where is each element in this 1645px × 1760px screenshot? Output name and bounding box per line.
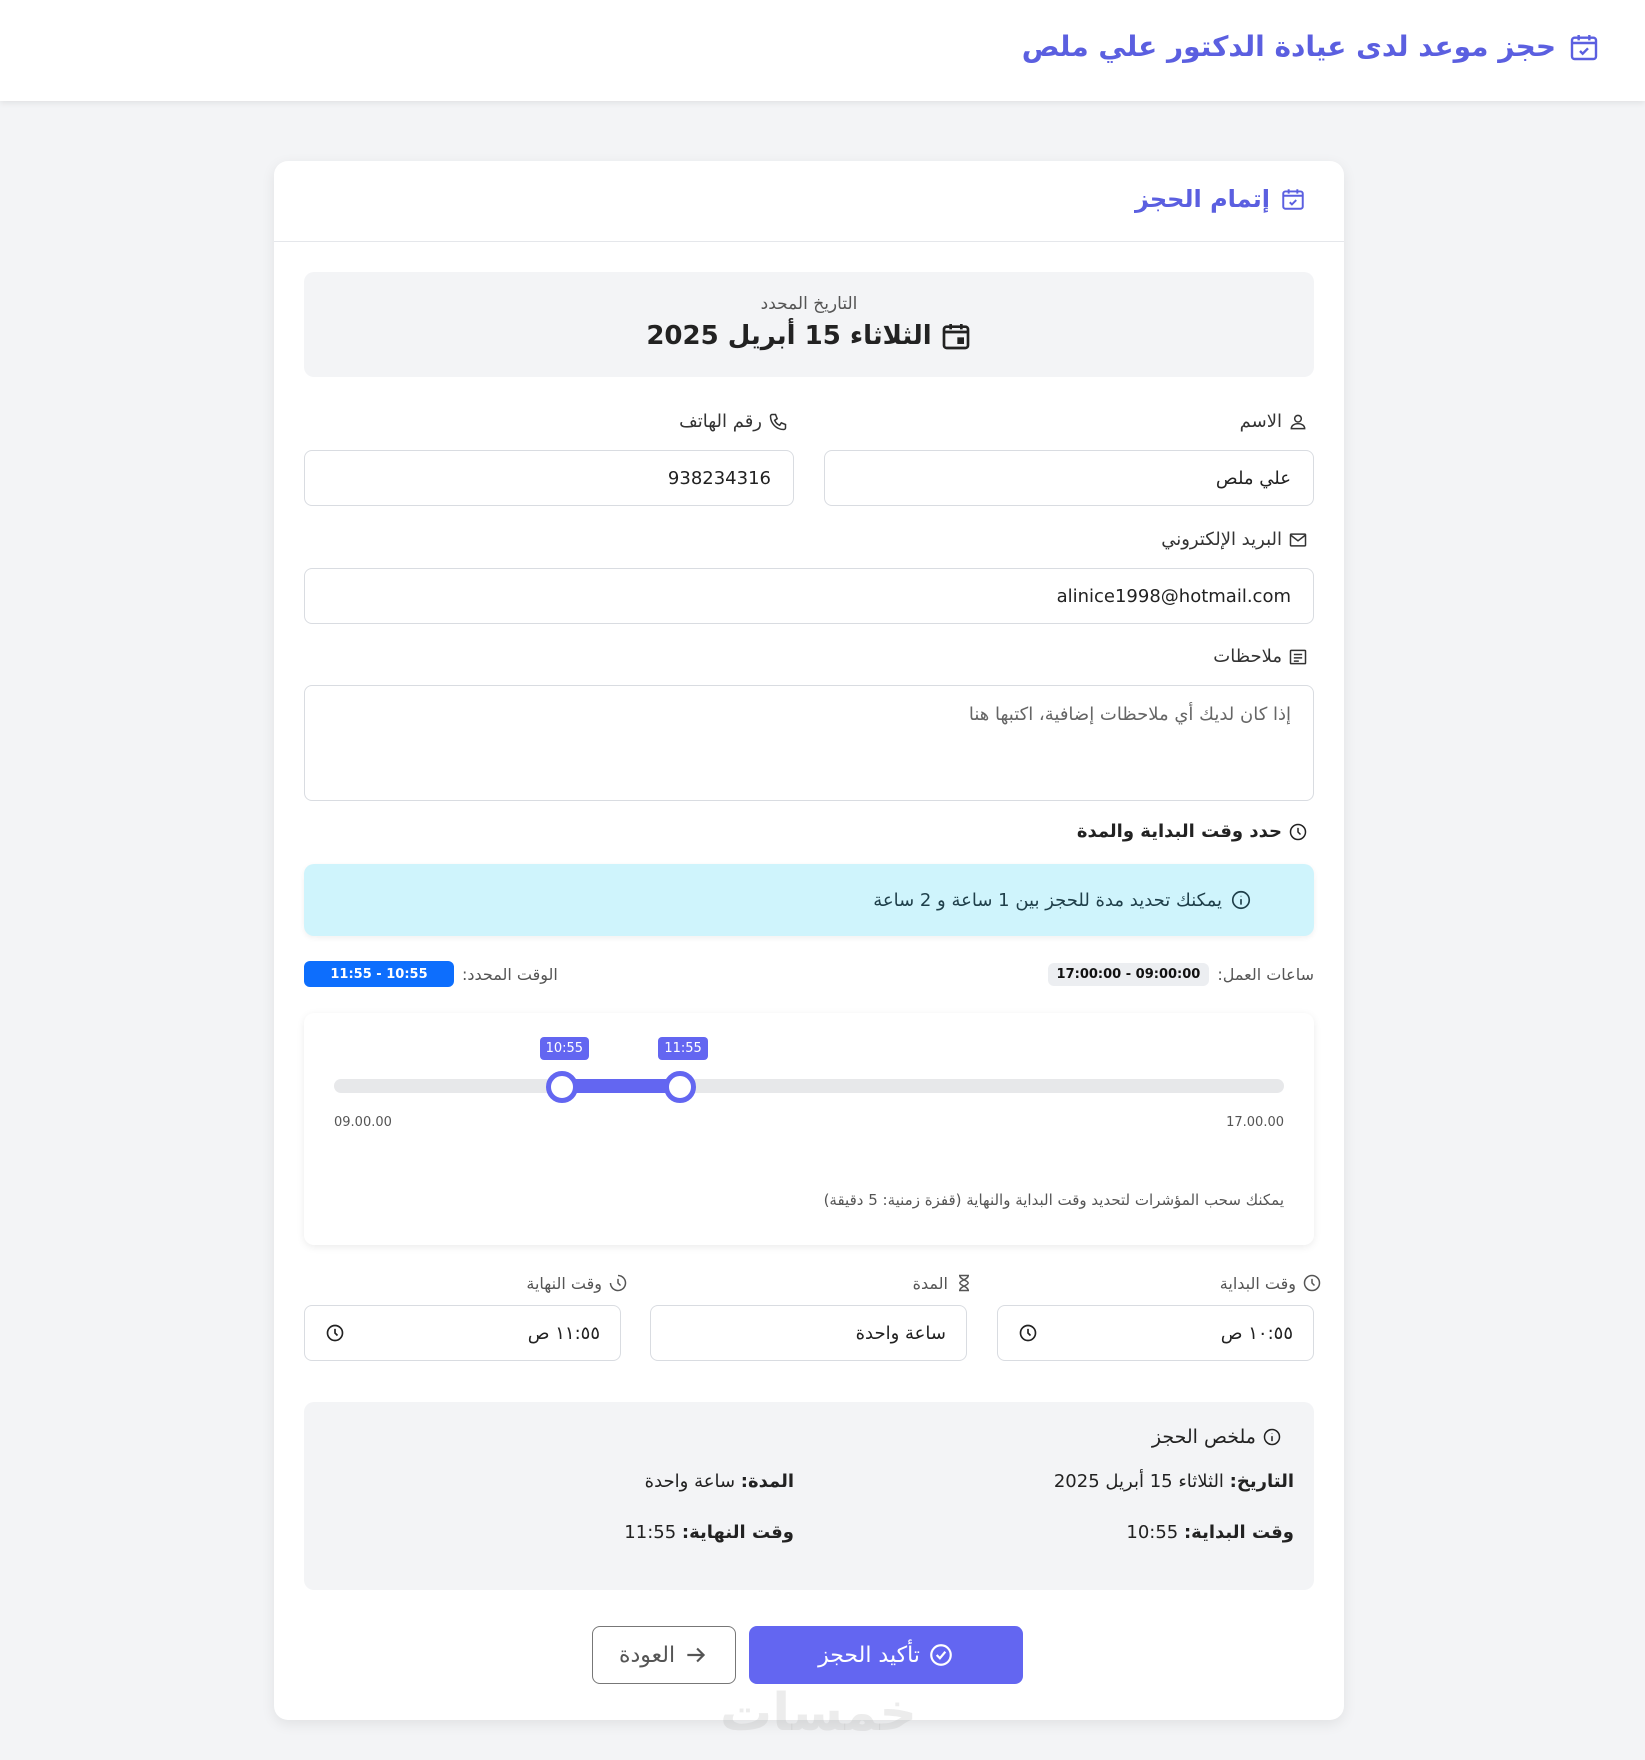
slider-min-label: 09.00.00: [334, 1115, 392, 1130]
check-circle-icon: [930, 1644, 952, 1666]
top-navbar: حجز موعد لدى عيادة الدكتور علي ملص: [0, 0, 1645, 101]
slider-hint: يمكنك سحب المؤشرات لتحديد وقت البداية وا…: [823, 1191, 1284, 1209]
name-field[interactable]: [824, 450, 1314, 506]
email-field[interactable]: [304, 568, 1314, 624]
clock-icon: [1289, 823, 1307, 840]
notes-field[interactable]: [304, 685, 1314, 820]
slider-range-fill: [561, 1079, 681, 1093]
card-header: إتمام الحجز: [274, 161, 1344, 242]
summary-duration: المدة: ساعة واحدة: [644, 1471, 794, 1492]
calendar-icon: [942, 324, 970, 350]
end-handle-tooltip: 11:55: [658, 1037, 708, 1060]
selected-date-box: التاريخ المحدد الثلاثاء 15 أبريل 2025: [304, 272, 1314, 377]
clock-icon[interactable]: [1018, 1323, 1038, 1343]
selected-time-badge: 10:55 - 11:55: [304, 961, 454, 987]
info-alert-content: يمكنك تحديد مدة للحجز بين 1 ساعة و 2 ساع…: [873, 889, 1252, 911]
notes-textarea[interactable]: [325, 686, 1293, 820]
duration-value: ساعة واحدة: [855, 1322, 946, 1344]
summary-start: وقت البداية: 10:55: [1126, 1522, 1294, 1543]
summary-title: ملخص الحجز: [1152, 1426, 1282, 1448]
info-alert: يمكنك تحديد مدة للحجز بين 1 ساعة و 2 ساع…: [304, 864, 1314, 936]
start-handle[interactable]: [545, 1071, 578, 1103]
slider-track[interactable]: [334, 1079, 1284, 1093]
start-handle-tooltip: 10:55: [539, 1037, 590, 1060]
email-label: البريد الإلكتروني: [1161, 529, 1308, 550]
clock-history-icon: [609, 1274, 627, 1292]
selected-date-value: الثلاثاء 15 أبريل 2025: [304, 320, 1314, 352]
end-time-field[interactable]: ١١:٥٥ ص: [304, 1305, 621, 1361]
end-time-label: وقت النهاية: [526, 1273, 628, 1293]
name-input[interactable]: [845, 466, 1293, 490]
envelope-icon: [1289, 532, 1307, 547]
info-icon: [1231, 890, 1251, 910]
notes-label: ملاحظات: [1213, 646, 1308, 667]
time-range-slider: 10:55 11:55 09.00.00 17.00.00 يمكنك سحب …: [304, 1013, 1314, 1245]
time-section-title: حدد وقت البداية والمدة: [1077, 821, 1308, 842]
hourglass-icon: [959, 1274, 969, 1292]
info-icon: [1263, 1428, 1281, 1446]
selected-date-text: الثلاثاء 15 أبريل 2025: [646, 321, 932, 351]
booking-card: إتمام الحجز التاريخ المحدد الثلاثاء 15 أ…: [274, 161, 1344, 1720]
phone-icon: [769, 413, 787, 430]
clock-icon: [1303, 1274, 1321, 1292]
start-time-value: ١٠:٥٥ ص: [1220, 1322, 1293, 1344]
selected-date-label: التاريخ المحدد: [760, 294, 858, 314]
notes-icon: [1289, 649, 1307, 664]
end-time-value: ١١:٥٥ ص: [527, 1322, 600, 1344]
slider-max-label: 17.00.00: [1226, 1115, 1284, 1130]
card-title: إتمام الحجز: [1135, 185, 1306, 213]
arrow-right-icon: [687, 1647, 706, 1663]
confirm-booking-button[interactable]: تأكيد الحجز: [749, 1626, 1023, 1684]
phone-input[interactable]: [325, 466, 773, 490]
clock-icon[interactable]: [325, 1323, 345, 1343]
back-button[interactable]: العودة: [592, 1626, 736, 1684]
working-hours-badge: 09:00:00 - 17:00:00: [1047, 963, 1210, 986]
email-input[interactable]: [325, 584, 1293, 608]
summary-date: التاريخ: الثلاثاء 15 أبريل 2025: [1053, 1471, 1294, 1492]
calendar-check-icon: [1282, 189, 1304, 210]
working-hours: ساعات العمل: 09:00:00 - 17:00:00: [1047, 963, 1314, 986]
summary-end: وقت النهاية: 11:55: [624, 1522, 794, 1543]
start-time-label: وقت البداية: [1220, 1273, 1322, 1293]
user-icon: [1290, 414, 1306, 429]
phone-label: رقم الهاتف: [679, 411, 788, 432]
selected-time: 10:55 - 11:55 الوقت المحدد:: [304, 961, 558, 987]
selected-time-label: الوقت المحدد:: [462, 964, 558, 984]
start-time-field[interactable]: ١٠:٥٥ ص: [997, 1305, 1314, 1361]
end-handle[interactable]: [664, 1071, 697, 1103]
watermark-logo: خمسات: [720, 1683, 918, 1743]
name-label: الاسم: [1240, 411, 1308, 432]
working-hours-label: ساعات العمل:: [1217, 965, 1314, 984]
duration-select[interactable]: ساعة واحدة: [650, 1305, 967, 1361]
info-alert-text: يمكنك تحديد مدة للحجز بين 1 ساعة و 2 ساع…: [873, 889, 1222, 911]
page-title: حجز موعد لدى عيادة الدكتور علي ملص: [1021, 30, 1556, 63]
brand[interactable]: حجز موعد لدى عيادة الدكتور علي ملص: [1022, 30, 1600, 63]
booking-summary: ملخص الحجز التاريخ: الثلاثاء 15 أبريل 20…: [304, 1402, 1314, 1590]
duration-label: المدة: [913, 1273, 974, 1293]
card-title-text: إتمام الحجز: [1134, 185, 1270, 213]
calendar-check-icon: [1570, 34, 1598, 60]
phone-field[interactable]: [304, 450, 794, 506]
